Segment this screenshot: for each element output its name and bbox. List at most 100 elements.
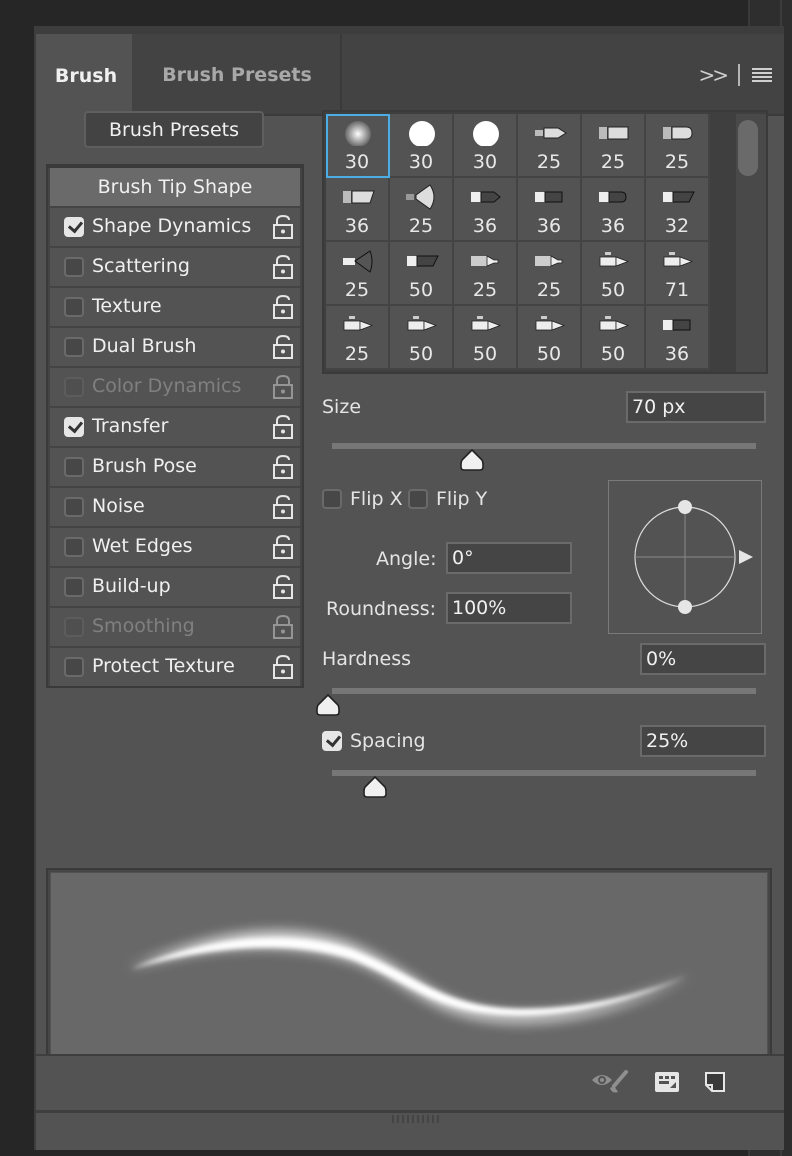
brush-tip-hard-round[interactable]: 30 <box>390 114 454 178</box>
panel-resize-strip[interactable] <box>36 1110 784 1124</box>
option-brush-tip-shape[interactable]: Brush Tip Shape <box>50 168 300 206</box>
angled-brush-icon <box>340 184 376 210</box>
roundness-input[interactable]: 100% <box>446 592 572 624</box>
hardness-slider-track[interactable] <box>332 688 756 694</box>
brush-tip-size: 25 <box>472 279 498 301</box>
spacing-slider-knob[interactable] <box>362 776 387 798</box>
option-checkbox[interactable] <box>64 657 84 677</box>
lock-open-icon[interactable] <box>272 334 294 360</box>
hardness-input[interactable]: 0% <box>640 643 766 675</box>
option-checkbox[interactable] <box>64 337 84 357</box>
new-brush-icon[interactable] <box>704 1071 726 1093</box>
option-checkbox[interactable] <box>64 297 84 317</box>
fan-brush-icon <box>404 184 440 210</box>
brush-tip-pencil[interactable]: 71 <box>646 242 710 306</box>
double-chevron-right-icon[interactable]: >> <box>698 63 728 87</box>
marker-icon <box>468 248 504 274</box>
option-build-up[interactable]: Build-up <box>50 568 300 606</box>
angle-input[interactable]: 0° <box>446 542 572 574</box>
brush-tip-size: 50 <box>600 279 626 301</box>
lock-open-icon[interactable] <box>272 214 294 240</box>
brush-tip-pencil[interactable]: 50 <box>390 306 454 370</box>
option-shape-dynamics[interactable]: Shape Dynamics <box>50 208 300 246</box>
brush-tip-pencil[interactable]: 50 <box>454 306 518 370</box>
option-checkbox[interactable] <box>64 417 84 437</box>
option-checkbox[interactable] <box>64 457 84 477</box>
lock-open-icon[interactable] <box>272 414 294 440</box>
brush-tip-hard-round[interactable]: 30 <box>454 114 518 178</box>
brush-tip-angled-brush[interactable]: 36 <box>326 178 390 242</box>
brush-tip-flat-dark-brush[interactable]: 36 <box>518 178 582 242</box>
option-checkbox[interactable] <box>64 257 84 277</box>
brush-tip-pencil[interactable]: 25 <box>326 306 390 370</box>
size-slider-track[interactable] <box>332 443 756 449</box>
marker-icon <box>532 248 568 274</box>
option-checkbox[interactable] <box>64 497 84 517</box>
option-wet-edges[interactable]: Wet Edges <box>50 528 300 566</box>
brush-tip-size: 50 <box>408 343 434 365</box>
option-transfer[interactable]: Transfer <box>50 408 300 446</box>
flip-x-checkbox[interactable] <box>322 489 342 509</box>
toggle-live-tip-preview-icon[interactable] <box>590 1068 630 1096</box>
size-input[interactable]: 70 px <box>626 391 766 423</box>
flip-y-checkbox[interactable] <box>408 489 428 509</box>
option-protect-texture[interactable]: Protect Texture <box>50 648 300 686</box>
brush-tip-angled-dark-brush[interactable]: 32 <box>646 178 710 242</box>
option-checkbox[interactable] <box>64 217 84 237</box>
pencil-icon <box>596 248 632 274</box>
lock-open-icon[interactable] <box>272 534 294 560</box>
brush-tip-flat-brush[interactable]: 25 <box>582 114 646 178</box>
spacing-checkbox[interactable] <box>322 731 342 751</box>
tab-brush[interactable]: Brush <box>36 34 132 118</box>
brush-tip-size: 32 <box>664 215 690 237</box>
option-color-dynamics: Color Dynamics <box>50 368 300 406</box>
brush-presets-button[interactable]: Brush Presets <box>84 111 264 148</box>
hard-round-icon <box>468 120 504 147</box>
panel-drag-bar[interactable] <box>36 26 784 34</box>
lock-open-icon[interactable] <box>272 654 294 680</box>
tab-brush-presets[interactable]: Brush Presets <box>134 34 342 116</box>
brush-tip-size: 25 <box>664 151 690 173</box>
option-brush-pose[interactable]: Brush Pose <box>50 448 300 486</box>
hamburger-menu-icon[interactable] <box>752 68 772 82</box>
brush-tip-airbrush[interactable]: 25 <box>326 242 390 306</box>
lock-open-icon[interactable] <box>272 254 294 280</box>
brush-tip-marker[interactable]: 25 <box>518 242 582 306</box>
lock-open-icon[interactable] <box>272 454 294 480</box>
option-scattering[interactable]: Scattering <box>50 248 300 286</box>
brush-tip-round-dark-brush[interactable]: 36 <box>582 178 646 242</box>
size-slider-knob[interactable] <box>460 449 484 471</box>
brush-tip-angled-dark-brush[interactable]: 50 <box>390 242 454 306</box>
option-checkbox <box>64 617 84 637</box>
brush-tip-marker[interactable]: 25 <box>454 242 518 306</box>
brush-tip-fan-brush[interactable]: 25 <box>390 178 454 242</box>
brush-tip-pointed-brush[interactable]: 25 <box>518 114 582 178</box>
resize-grip-icon[interactable] <box>392 1115 439 1123</box>
brush-tip-soft-round[interactable]: 30 <box>326 114 390 178</box>
brush-tip-size: 25 <box>344 343 370 365</box>
lock-open-icon[interactable] <box>272 494 294 520</box>
brush-tip-pencil[interactable]: 50 <box>582 242 646 306</box>
size-label: Size <box>322 396 362 418</box>
hardness-slider-knob[interactable] <box>316 694 340 716</box>
lock-open-icon[interactable] <box>272 574 294 600</box>
brush-tip-pencil[interactable]: 50 <box>582 306 646 370</box>
spacing-slider-track[interactable] <box>332 770 756 776</box>
flat-dark-brush-icon <box>660 312 696 338</box>
brush-tip-flat-dark-brush[interactable]: 36 <box>646 306 710 370</box>
option-noise[interactable]: Noise <box>50 488 300 526</box>
brush-projection-icon[interactable] <box>654 1071 680 1093</box>
brush-tip-pointed-dark-brush[interactable]: 36 <box>454 178 518 242</box>
option-texture[interactable]: Texture <box>50 288 300 326</box>
lock-open-icon[interactable] <box>272 294 294 320</box>
tip-grid-scroll-thumb[interactable] <box>738 120 758 176</box>
brush-tip-round-flat-brush[interactable]: 25 <box>646 114 710 178</box>
spacing-input[interactable]: 25% <box>640 725 766 757</box>
option-dual-brush[interactable]: Dual Brush <box>50 328 300 366</box>
brush-tip-size: 25 <box>408 215 434 237</box>
angle-roundness-widget[interactable] <box>608 480 762 634</box>
option-checkbox[interactable] <box>64 577 84 597</box>
brush-tip-pencil[interactable]: 50 <box>518 306 582 370</box>
brush-tip-size: 36 <box>664 343 690 365</box>
option-checkbox[interactable] <box>64 537 84 557</box>
